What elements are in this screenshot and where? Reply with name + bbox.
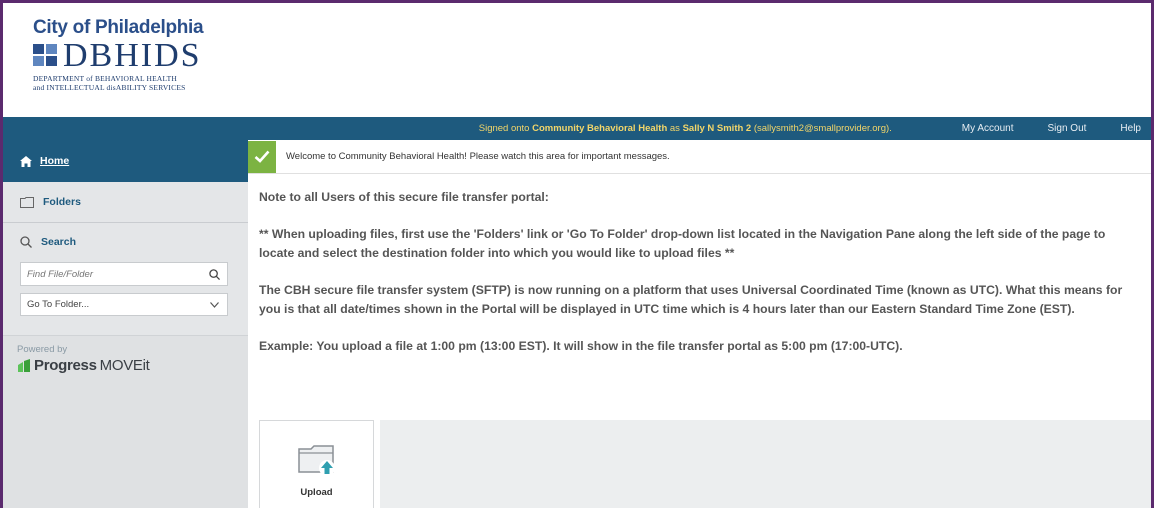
welcome-message: Welcome to Community Behavioral Health! … bbox=[286, 151, 670, 162]
user-name: Sally N Smith 2 bbox=[682, 123, 752, 134]
logo-mark-icon bbox=[33, 44, 59, 68]
header: City of Philadelphia DBHIDS DEPARTMENT o… bbox=[3, 3, 1151, 117]
sidebar-item-label: Folders bbox=[43, 196, 81, 208]
dbhids-logo[interactable]: City of Philadelphia DBHIDS DEPARTMENT o… bbox=[33, 17, 233, 92]
progress-logo-icon bbox=[18, 358, 30, 372]
moveit-product: MOVEit bbox=[99, 357, 150, 374]
top-bar: Signed onto Community Behavioral Health … bbox=[3, 117, 1151, 140]
logo-subtitle-1: DEPARTMENT of BEHAVIORAL HEALTH bbox=[33, 74, 178, 83]
go-to-folder-select[interactable]: Go To Folder... bbox=[20, 293, 228, 316]
logo-name: DBHIDS bbox=[63, 37, 202, 74]
search-button[interactable] bbox=[201, 263, 227, 285]
my-account-link[interactable]: My Account bbox=[962, 123, 1014, 134]
logo-city: City of Philadelphia bbox=[33, 17, 204, 38]
home-icon bbox=[20, 155, 32, 167]
upload-label: Upload bbox=[300, 487, 333, 498]
check-icon bbox=[248, 140, 276, 173]
notice-paragraph: ** When uploading files, first use the '… bbox=[259, 227, 1106, 260]
help-link[interactable]: Help bbox=[1120, 123, 1141, 134]
sign-out-link[interactable]: Sign Out bbox=[1048, 123, 1087, 134]
action-row-background bbox=[380, 420, 1151, 508]
user-email: (sallysmith2@smallprovider.org). bbox=[753, 123, 892, 134]
upload-button[interactable]: Upload bbox=[259, 420, 374, 508]
main-content: Welcome to Community Behavioral Health! … bbox=[248, 140, 1151, 508]
sidebar-item-home[interactable]: Home bbox=[3, 140, 248, 182]
search-icon bbox=[20, 236, 32, 248]
chevron-down-icon bbox=[210, 301, 219, 308]
search-panel: Search Go To Folder... bbox=[3, 223, 248, 336]
notice-paragraph: Example: You upload a file at 1:00 pm (1… bbox=[259, 339, 903, 353]
notice-text: Note to all Users of this secure file tr… bbox=[248, 174, 1140, 356]
progress-brand: Progress bbox=[34, 357, 97, 374]
notice-paragraph: The CBH secure file transfer system (SFT… bbox=[259, 283, 1123, 316]
message-bar: Welcome to Community Behavioral Health! … bbox=[248, 140, 1151, 174]
org-name: Community Behavioral Health bbox=[532, 123, 668, 134]
search-icon bbox=[208, 268, 220, 280]
upload-folder-icon bbox=[297, 445, 335, 476]
logo-subtitle-2: and INTELLECTUAL disABILITY SERVICES bbox=[33, 83, 186, 92]
sidebar-item-folders[interactable]: Folders bbox=[3, 182, 248, 223]
sidebar-item-label: Home bbox=[40, 155, 70, 167]
app-frame: City of Philadelphia DBHIDS DEPARTMENT o… bbox=[0, 0, 1154, 508]
go-to-folder-value: Go To Folder... bbox=[27, 299, 90, 310]
notice-heading: Note to all Users of this secure file tr… bbox=[259, 190, 549, 204]
search-input[interactable] bbox=[21, 263, 201, 285]
sidebar: Home Folders Search Find File/Folder Go … bbox=[3, 140, 248, 508]
powered-by-panel: Powered by Progress MOVEit bbox=[3, 336, 248, 508]
search-heading: Search bbox=[20, 233, 231, 251]
folder-icon bbox=[20, 196, 34, 208]
progress-moveit-logo[interactable]: Progress MOVEit bbox=[17, 357, 248, 374]
powered-by-label: Powered by bbox=[17, 344, 68, 355]
search-box bbox=[20, 262, 228, 286]
action-row: Upload bbox=[259, 420, 1151, 508]
signed-in-status: Signed onto Community Behavioral Health … bbox=[478, 123, 892, 134]
